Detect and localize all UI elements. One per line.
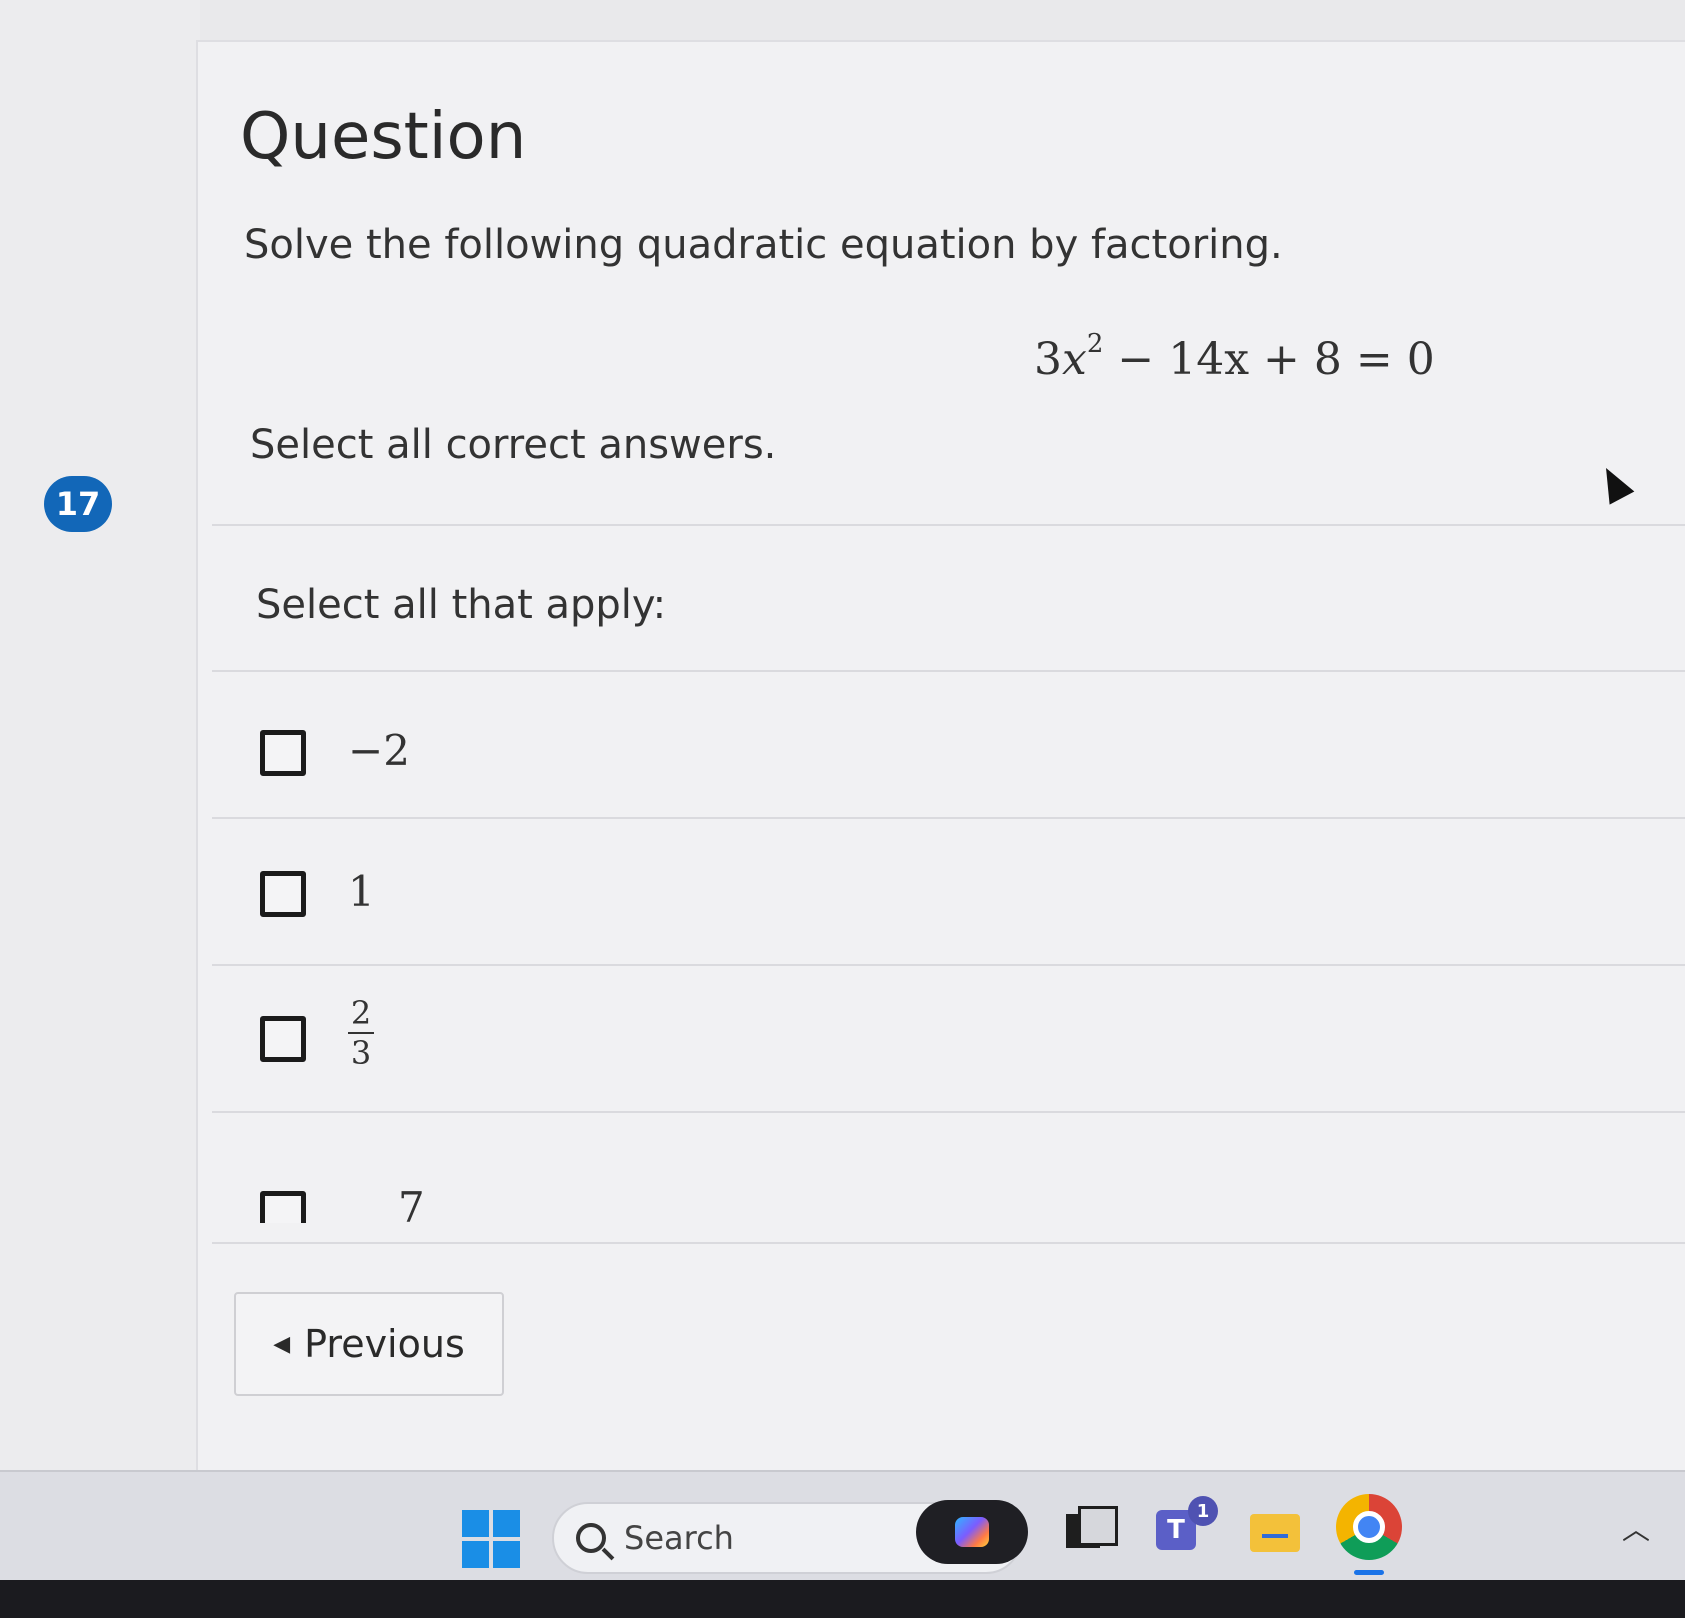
search-icon: [576, 1523, 606, 1553]
answer-option[interactable]: −2: [198, 672, 1685, 817]
checkbox[interactable]: [260, 730, 306, 776]
caret-left-icon: ◀: [273, 1331, 291, 1357]
checkbox[interactable]: [260, 1016, 306, 1062]
task-view-icon[interactable]: [1060, 1500, 1120, 1560]
checkbox[interactable]: [260, 871, 306, 917]
divider: [212, 1242, 1685, 1244]
checkbox[interactable]: [260, 1191, 306, 1223]
option-label: −2: [348, 726, 410, 775]
answer-option[interactable]: 1: [198, 819, 1685, 964]
equation: 3x2 − 14x + 8 = 0: [1034, 329, 1435, 385]
windows-start-icon[interactable]: [462, 1510, 520, 1568]
chrome-icon[interactable]: [1336, 1494, 1402, 1575]
search-placeholder: Search: [624, 1519, 734, 1557]
option-label: 1: [348, 867, 375, 916]
file-explorer-icon[interactable]: [1246, 1500, 1306, 1560]
select-all-label: Select all that apply:: [256, 582, 667, 628]
question-instruction: Select all correct answers.: [250, 422, 777, 468]
question-number-badge: 17: [44, 476, 112, 532]
chevron-up-icon[interactable]: ︿: [1622, 1508, 1650, 1548]
equation-variable: x: [1062, 334, 1087, 385]
option-fraction: 2 3: [348, 996, 374, 1070]
previous-button[interactable]: ◀ Previous: [234, 1292, 504, 1396]
equation-exponent: 2: [1086, 329, 1104, 360]
option-label: 7: [398, 1183, 425, 1223]
teams-icon[interactable]: 1: [1152, 1496, 1218, 1560]
screen-bezel: [0, 1580, 1685, 1618]
equation-rest: − 14x + 8 = 0: [1103, 334, 1435, 385]
fraction-numerator: 2: [350, 994, 372, 1032]
copilot-icon[interactable]: [916, 1500, 1028, 1564]
left-rail: [0, 0, 200, 1500]
notification-badge: 1: [1188, 1496, 1218, 1526]
equation-coefficient: 3: [1034, 334, 1062, 385]
page-title: Question: [240, 100, 527, 174]
fraction-denominator: 3: [350, 1034, 372, 1072]
answer-option[interactable]: 7: [198, 1113, 1685, 1223]
question-prompt: Solve the following quadratic equation b…: [244, 222, 1283, 268]
previous-label: Previous: [304, 1322, 465, 1366]
answer-option[interactable]: 2 3: [198, 966, 1685, 1111]
divider: [212, 524, 1685, 526]
question-panel: Question Solve the following quadratic e…: [196, 40, 1685, 1480]
